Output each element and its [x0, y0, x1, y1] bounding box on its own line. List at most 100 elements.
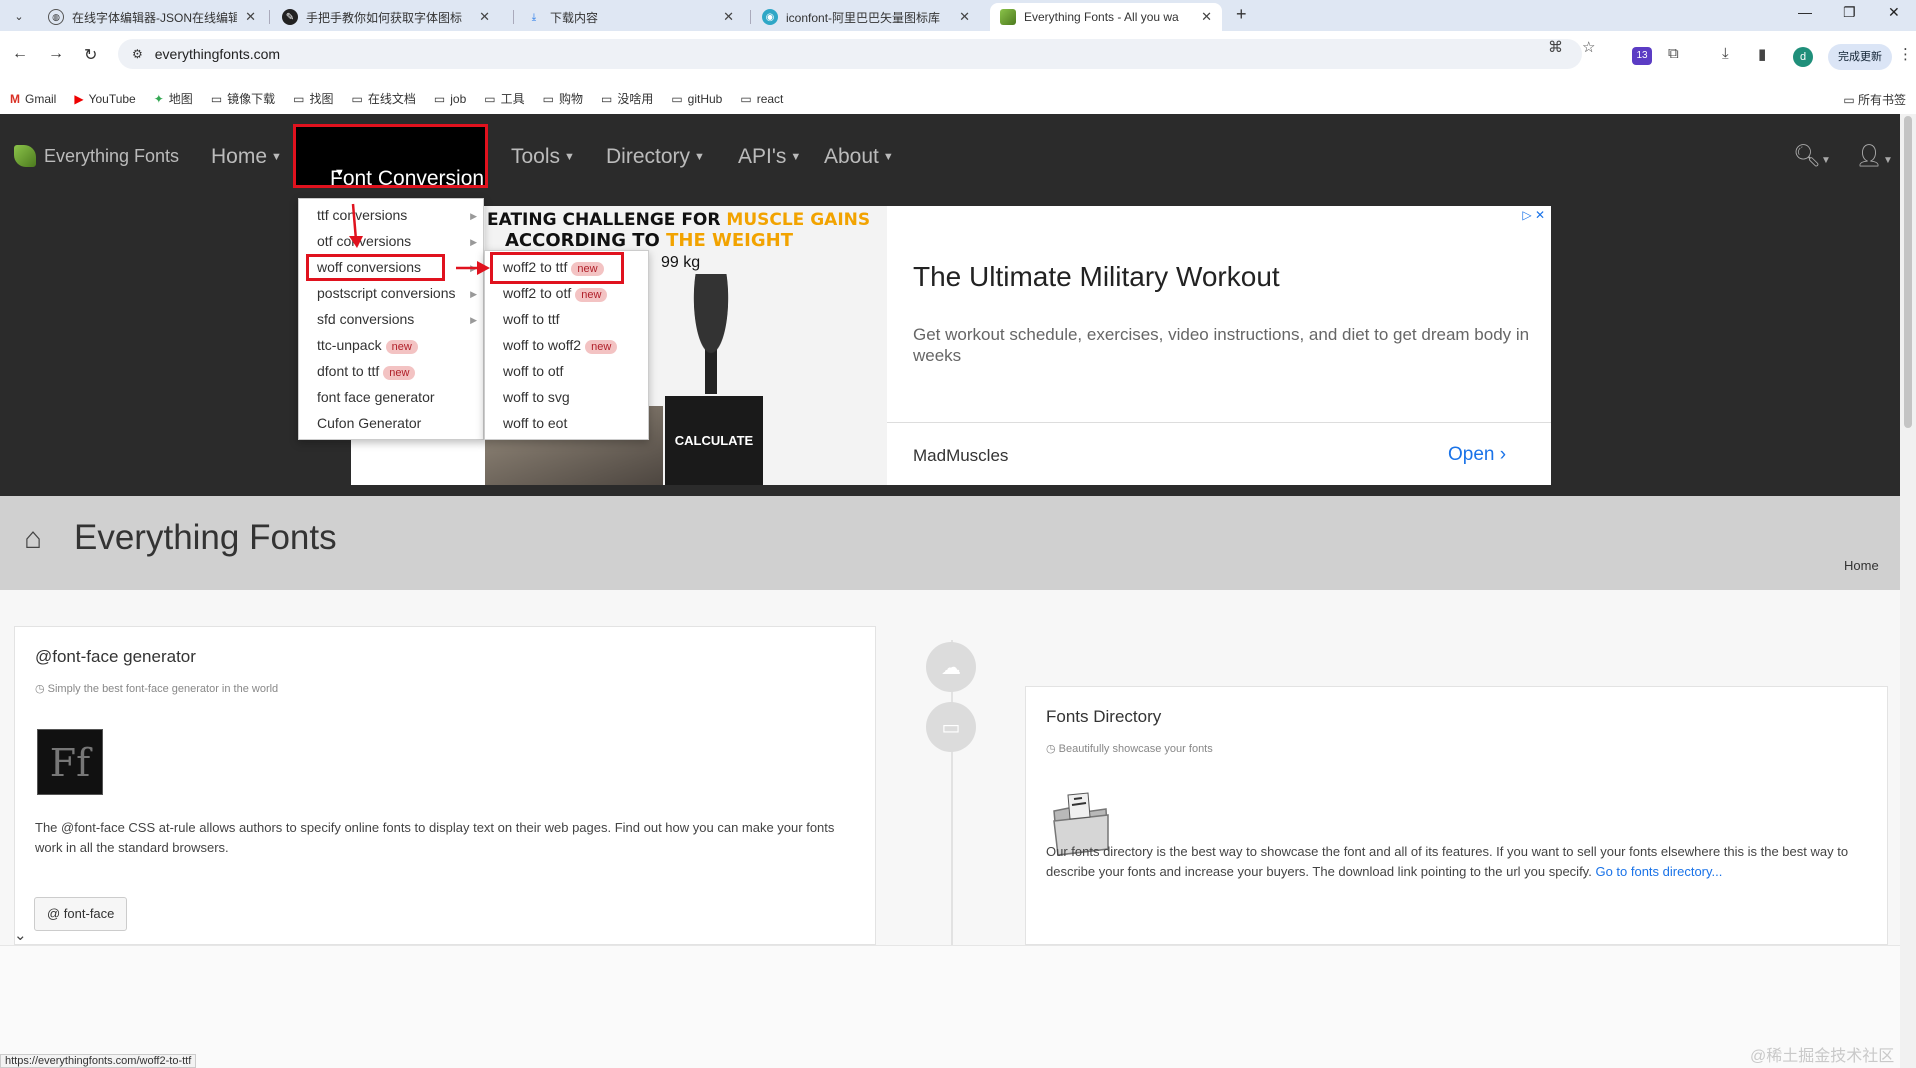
- site-brand[interactable]: Everything Fonts: [14, 145, 179, 167]
- browser-tab-active[interactable]: Everything Fonts - All you wa ✕: [990, 3, 1222, 31]
- user-icon[interactable]: 👤︎▼: [1855, 143, 1893, 169]
- site-info-icon[interactable]: ⚙: [132, 47, 143, 61]
- bookmark-folder[interactable]: ▭ 找图: [293, 90, 333, 107]
- nav-label: Font Conversion: [330, 167, 485, 190]
- tab-title: 手把手教你如何获取字体图标: [306, 10, 463, 25]
- fonts-directory-link[interactable]: Go to fonts directory...: [1595, 864, 1722, 879]
- menu-item-font-face-generator[interactable]: font face generator: [317, 389, 435, 405]
- menu-item-postscript-conversions[interactable]: postscript conversions: [317, 285, 456, 301]
- menu-item-dfont-to-ttf[interactable]: dfont to ttf new: [317, 363, 416, 380]
- everythingfonts-logo-icon: [14, 145, 36, 167]
- ad-choices-close-icon[interactable]: ▷ ✕: [1522, 208, 1545, 222]
- ad-weight-label: 99 kg: [661, 254, 701, 271]
- downloads-icon[interactable]: ⤓: [1722, 45, 1729, 62]
- tab-search-icon[interactable]: ⌄: [8, 5, 30, 27]
- bookmark-folder[interactable]: ▭ job: [434, 92, 466, 106]
- nav-font-conversion[interactable]: Font Conversion ▼: [293, 124, 488, 190]
- menu-item-woff-to-eot[interactable]: woff to eot: [503, 415, 567, 431]
- side-panel-icon[interactable]: ▮: [1758, 45, 1766, 63]
- folder-open-icon: ▭: [926, 702, 976, 752]
- bookmark-folder[interactable]: ▭ 在线文档: [352, 90, 416, 107]
- ad-image-headline: EATING CHALLENGE FOR MUSCLE GAINS: [487, 210, 870, 230]
- tab-separator: [750, 10, 751, 24]
- menu-item-cufon-generator[interactable]: Cufon Generator: [317, 415, 421, 431]
- fontface-button[interactable]: @ font-face: [34, 897, 128, 931]
- window-close-icon[interactable]: ✕: [1888, 4, 1900, 21]
- bookmark-maps[interactable]: ✦ 地图: [154, 90, 193, 107]
- forward-icon[interactable]: →: [48, 45, 64, 63]
- bookmark-label: Gmail: [25, 91, 57, 106]
- reload-icon[interactable]: ↻: [84, 45, 97, 65]
- restore-icon[interactable]: ❐: [1843, 4, 1856, 21]
- menu-item-woff-to-svg[interactable]: woff to svg: [503, 389, 570, 405]
- close-icon[interactable]: ✕: [723, 9, 734, 25]
- menu-item-woff-to-ttf[interactable]: woff to ttf: [503, 311, 560, 327]
- nav-directory[interactable]: Directory ▼: [606, 145, 705, 169]
- scrollbar-thumb[interactable]: [1904, 116, 1912, 428]
- menu-item-woff-to-woff2[interactable]: woff to woff2 new: [503, 337, 618, 354]
- ad-calculate-button[interactable]: CALCULATE: [665, 396, 763, 485]
- bookmark-label: 镜像下载: [227, 92, 276, 106]
- update-button[interactable]: 完成更新: [1828, 44, 1892, 70]
- folder-icon: ▭: [433, 91, 446, 106]
- bookmark-folder[interactable]: ▭ gitHub: [671, 92, 722, 106]
- card-body: Our fonts directory is the best way to s…: [1046, 842, 1876, 882]
- menu-item-label: Cufon Generator: [317, 415, 422, 431]
- close-icon[interactable]: ✕: [245, 9, 256, 25]
- nav-apis[interactable]: API's ▼: [738, 145, 801, 169]
- tab-title: 在线字体编辑器-JSON在线编辑: [72, 10, 238, 25]
- nav-home[interactable]: Home ▼: [211, 145, 282, 169]
- minimize-icon[interactable]: —: [1798, 4, 1812, 20]
- ad-description: Get workout schedule, exercises, video i…: [913, 325, 1530, 365]
- bookmark-folder[interactable]: ▭ react: [740, 92, 783, 106]
- directory-card: Fonts Directory ◷ Beautifully showcase y…: [1025, 686, 1888, 945]
- chevron-down-icon[interactable]: ⌄: [14, 926, 27, 944]
- browser-menu-icon[interactable]: ⋮: [1898, 45, 1913, 63]
- bookmark-folder[interactable]: ▭ 镜像下载: [211, 90, 275, 107]
- translate-icon[interactable]: ⌘: [1548, 38, 1563, 56]
- bookmark-folder[interactable]: ▭ 购物: [543, 90, 583, 107]
- download-icon: ⤓: [531, 11, 537, 23]
- all-bookmarks[interactable]: ▭ 所有书签: [1843, 91, 1906, 108]
- new-tab-icon[interactable]: +: [1236, 4, 1247, 25]
- ad-open-button[interactable]: Open ›: [1448, 444, 1506, 466]
- close-icon[interactable]: ✕: [1201, 9, 1212, 25]
- bookmark-star-icon[interactable]: ☆: [1582, 38, 1595, 56]
- menu-item-ttc-unpack[interactable]: ttc-unpack new: [317, 337, 418, 354]
- menu-item-woff-to-otf[interactable]: woff to otf: [503, 363, 563, 379]
- bookmark-youtube[interactable]: ▶ YouTube: [74, 92, 135, 106]
- bookmark-folder[interactable]: ▭ 没啥用: [601, 90, 653, 107]
- menu-item-sfd-conversions[interactable]: sfd conversions: [317, 311, 414, 327]
- extensions-puzzle-icon[interactable]: ⧉: [1668, 45, 1679, 62]
- breadcrumb[interactable]: Home: [1844, 558, 1879, 573]
- menu-item-woff2-to-otf[interactable]: woff2 to otf new: [503, 285, 608, 302]
- annotation-arrows: [349, 203, 490, 275]
- bookmark-gmail[interactable]: M Gmail: [10, 92, 56, 106]
- profile-avatar[interactable]: d: [1793, 47, 1813, 67]
- extension-counter-icon[interactable]: 13: [1632, 45, 1652, 65]
- folder-icon: ▭: [671, 91, 683, 106]
- close-icon[interactable]: ✕: [479, 9, 490, 25]
- ad-image-headline: ACCORDING TO THE WEIGHT: [505, 230, 793, 251]
- arrow-down-line: [351, 203, 358, 241]
- bookmark-folder[interactable]: ▭ 工具: [484, 90, 524, 107]
- new-badge: new: [383, 366, 416, 380]
- address-bar: ← → ↻ ⚙ everythingfonts.com ⌘ ☆ 13 ⧉ ⤓ ▮…: [0, 31, 1916, 83]
- url-input[interactable]: ⚙ everythingfonts.com: [118, 39, 1582, 69]
- browser-tab[interactable]: ◍ 在线字体编辑器-JSON在线编辑 ✕: [38, 3, 266, 31]
- bookmarks-bar: M Gmail ▶ YouTube ✦ 地图 ▭ 镜像下载 ▭ 找图 ▭ 在线文档 ▭ job…: [0, 83, 1916, 114]
- bookmark-label: job: [450, 91, 467, 106]
- browser-tab[interactable]: ◉ iconfont-阿里巴巴矢量图标库 ✕: [752, 3, 980, 31]
- nav-about[interactable]: About ▼: [824, 145, 894, 169]
- ad-open-label: Open: [1448, 444, 1495, 465]
- back-icon[interactable]: ←: [12, 45, 28, 63]
- vertical-scrollbar[interactable]: [1900, 114, 1916, 1068]
- close-icon[interactable]: ✕: [959, 9, 970, 25]
- search-icon[interactable]: 🔍︎▼: [1793, 143, 1831, 169]
- browser-tab[interactable]: ✎ 手把手教你如何获取字体图标 ✕: [272, 3, 500, 31]
- ad-title[interactable]: The Ultimate Military Workout: [913, 261, 1280, 293]
- card-body: The @font-face CSS at-rule allows author…: [35, 820, 835, 855]
- nav-tools[interactable]: Tools ▼: [511, 145, 575, 169]
- browser-tab[interactable]: ⤓ 下载内容 ✕: [516, 3, 744, 31]
- menu-item-label: woff to eot: [503, 415, 568, 431]
